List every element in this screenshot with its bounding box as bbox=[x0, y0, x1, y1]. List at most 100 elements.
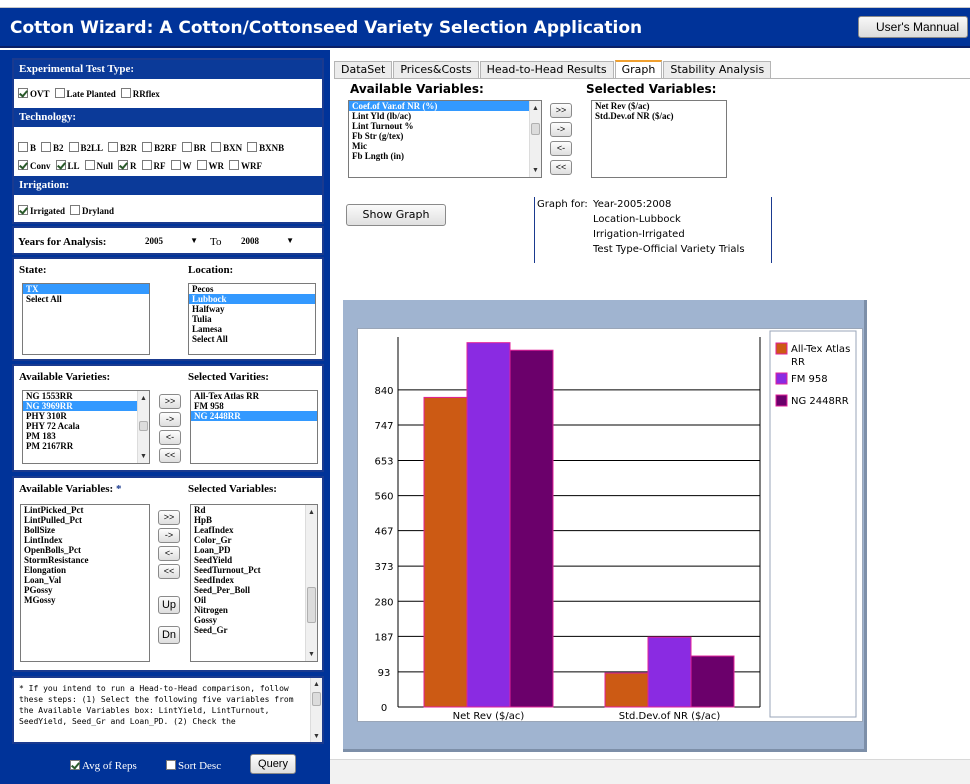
graph-available-variable-item[interactable]: Fb Str (g/tex) bbox=[349, 131, 541, 141]
technology-b2rf-option[interactable]: B2RF bbox=[142, 142, 182, 153]
technology-bxnb-option[interactable]: BXNB bbox=[247, 142, 289, 153]
technology-r-checkbox[interactable] bbox=[118, 160, 129, 170]
show-graph-button[interactable]: Show Graph bbox=[346, 204, 446, 226]
selected-variable-item[interactable]: SeedTurnout_Pct bbox=[191, 565, 317, 575]
technology-b-option[interactable]: B bbox=[18, 142, 41, 153]
technology-br-checkbox[interactable] bbox=[181, 142, 192, 152]
technology-b2-checkbox[interactable] bbox=[41, 142, 52, 152]
available-variable-item[interactable]: PGossy bbox=[21, 585, 149, 595]
technology-wr-option[interactable]: WR bbox=[196, 160, 230, 171]
technology-b2r-option[interactable]: B2R bbox=[108, 142, 142, 153]
technology-b2ll-option[interactable]: B2LL bbox=[68, 142, 109, 153]
technology-rf-checkbox[interactable] bbox=[141, 160, 152, 170]
scrollbar[interactable]: ▲ ▼ bbox=[305, 505, 317, 661]
scrollbar[interactable]: ▲ ▼ bbox=[310, 678, 322, 742]
available-varieties-list[interactable]: NG 1553RR NG 3969RR PHY 310R PHY 72 Acala PM… bbox=[22, 390, 150, 464]
location-list-item[interactable]: Halfway bbox=[189, 304, 315, 314]
technology-ll-option[interactable]: LL bbox=[55, 160, 85, 171]
graph-remove-all-button[interactable]: << bbox=[550, 160, 572, 175]
available-variable-item[interactable]: MGossy bbox=[21, 595, 149, 605]
test-type-ovt-checkbox[interactable] bbox=[18, 88, 28, 98]
tab-prices-costs[interactable]: Prices&Costs bbox=[393, 61, 479, 79]
sort-desc-option[interactable]: Sort Desc bbox=[166, 760, 221, 772]
remove-variable-button[interactable]: <- bbox=[158, 546, 180, 561]
available-variable-item[interactable]: StormResistance bbox=[21, 555, 149, 565]
graph-available-variable-item[interactable]: Lint Yld (lb/ac) bbox=[349, 111, 541, 121]
graph-available-variable-item[interactable]: Coef.of Var.of NR (%) bbox=[349, 101, 541, 111]
available-variable-item[interactable]: Loan_Val bbox=[21, 575, 149, 585]
tab-dataset[interactable]: DataSet bbox=[334, 61, 393, 79]
irrigation-irrigated-option[interactable]: Irrigated bbox=[18, 205, 70, 216]
available-variety-item[interactable]: NG 1553RR bbox=[23, 391, 149, 401]
tab-stability-analysis[interactable]: Stability Analysis bbox=[663, 61, 772, 79]
location-list-item[interactable]: Select All bbox=[189, 334, 315, 344]
technology-ll-checkbox[interactable] bbox=[55, 160, 66, 170]
location-list-item[interactable]: Pecos bbox=[189, 284, 315, 294]
technology-b2rf-checkbox[interactable] bbox=[142, 142, 153, 152]
available-variable-item[interactable]: LintPicked_Pct bbox=[21, 505, 149, 515]
location-list-item[interactable]: Lubbock bbox=[189, 294, 315, 304]
irrigation-dryland-checkbox[interactable] bbox=[70, 205, 80, 215]
selected-varieties-list[interactable]: All-Tex Atlas RR FM 958 NG 2448RR bbox=[190, 390, 318, 464]
graph-available-variable-item[interactable]: Lint Turnout % bbox=[349, 121, 541, 131]
selected-variables-list[interactable]: Rd HpB LeafIndex Color_Gr Loan_PD SeedYield Se… bbox=[190, 504, 318, 662]
technology-wr-checkbox[interactable] bbox=[196, 160, 207, 170]
scroll-thumb[interactable] bbox=[139, 421, 148, 431]
users-manual-button[interactable]: User's Mannual bbox=[858, 16, 968, 38]
add-variety-button[interactable]: -> bbox=[159, 412, 181, 427]
selected-variable-item[interactable]: HpB bbox=[191, 515, 317, 525]
technology-conv-checkbox[interactable] bbox=[18, 160, 28, 170]
scroll-thumb[interactable] bbox=[312, 692, 321, 706]
graph-add-all-button[interactable]: >> bbox=[550, 103, 572, 118]
technology-bxnb-checkbox[interactable] bbox=[247, 142, 258, 152]
technology-w-checkbox[interactable] bbox=[170, 160, 181, 170]
technology-conv-option[interactable]: Conv bbox=[18, 160, 56, 171]
technology-wrf-option[interactable]: WRF bbox=[229, 160, 267, 171]
available-variety-item[interactable]: NG 3969RR bbox=[23, 401, 149, 411]
test-type-ovt-option[interactable]: OVT bbox=[18, 88, 55, 99]
available-variable-item[interactable]: OpenBolls_Pct bbox=[21, 545, 149, 555]
selected-variable-item[interactable]: Oil bbox=[191, 595, 317, 605]
irrigation-dryland-option[interactable]: Dryland bbox=[70, 205, 119, 216]
available-variety-item[interactable]: PM 183 bbox=[23, 431, 149, 441]
scroll-thumb[interactable] bbox=[307, 587, 316, 623]
avg-of-reps-option[interactable]: Avg of Reps bbox=[70, 760, 137, 772]
test-type-rrflex-checkbox[interactable] bbox=[120, 88, 131, 98]
available-variable-item[interactable]: BollSize bbox=[21, 525, 149, 535]
technology-b2ll-checkbox[interactable] bbox=[68, 142, 79, 152]
scrollbar[interactable]: ▲ ▼ bbox=[529, 101, 541, 177]
scrollbar[interactable]: ▲ ▼ bbox=[137, 391, 149, 463]
technology-bxn-option[interactable]: BXN bbox=[211, 142, 247, 153]
test-type-late-planted-checkbox[interactable] bbox=[54, 88, 65, 98]
location-list[interactable]: Pecos Lubbock Halfway Tulia Lamesa Select All bbox=[188, 283, 316, 355]
graph-selected-variable-item[interactable]: Std.Dev.of NR ($/ac) bbox=[592, 111, 726, 121]
tab-graph[interactable]: Graph bbox=[614, 60, 663, 78]
remove-all-varieties-button[interactable]: << bbox=[159, 448, 181, 463]
graph-remove-button[interactable]: <- bbox=[550, 141, 572, 156]
technology-wrf-checkbox[interactable] bbox=[229, 160, 240, 170]
selected-variable-item[interactable]: Seed_Per_Boll bbox=[191, 585, 317, 595]
available-variety-item[interactable]: PHY 310R bbox=[23, 411, 149, 421]
available-variable-item[interactable]: LintIndex bbox=[21, 535, 149, 545]
selected-variety-item[interactable]: NG 2448RR bbox=[191, 411, 317, 421]
technology-r-option[interactable]: R bbox=[118, 160, 142, 171]
technology-b-checkbox[interactable] bbox=[18, 142, 28, 152]
graph-selected-variable-item[interactable]: Net Rev ($/ac) bbox=[592, 101, 726, 111]
remove-all-variables-button[interactable]: << bbox=[158, 564, 180, 579]
selected-variety-item[interactable]: FM 958 bbox=[191, 401, 317, 411]
selected-variable-item[interactable]: LeafIndex bbox=[191, 525, 317, 535]
selected-variable-item[interactable]: Loan_PD bbox=[191, 545, 317, 555]
selected-variable-item[interactable]: SeedIndex bbox=[191, 575, 317, 585]
location-list-item[interactable]: Lamesa bbox=[189, 324, 315, 334]
selected-variable-item[interactable]: SeedYield bbox=[191, 555, 317, 565]
technology-null-option[interactable]: Null bbox=[84, 160, 119, 171]
add-variable-button[interactable]: -> bbox=[158, 528, 180, 543]
add-all-variables-button[interactable]: >> bbox=[158, 510, 180, 525]
selected-variable-item[interactable]: Seed_Gr bbox=[191, 625, 317, 635]
irrigation-irrigated-checkbox[interactable] bbox=[18, 205, 28, 215]
available-variable-item[interactable]: LintPulled_Pct bbox=[21, 515, 149, 525]
technology-w-option[interactable]: W bbox=[170, 160, 197, 171]
technology-rf-option[interactable]: RF bbox=[141, 160, 171, 171]
sort-desc-checkbox[interactable] bbox=[166, 760, 176, 770]
state-list-item[interactable]: TX bbox=[23, 284, 149, 294]
